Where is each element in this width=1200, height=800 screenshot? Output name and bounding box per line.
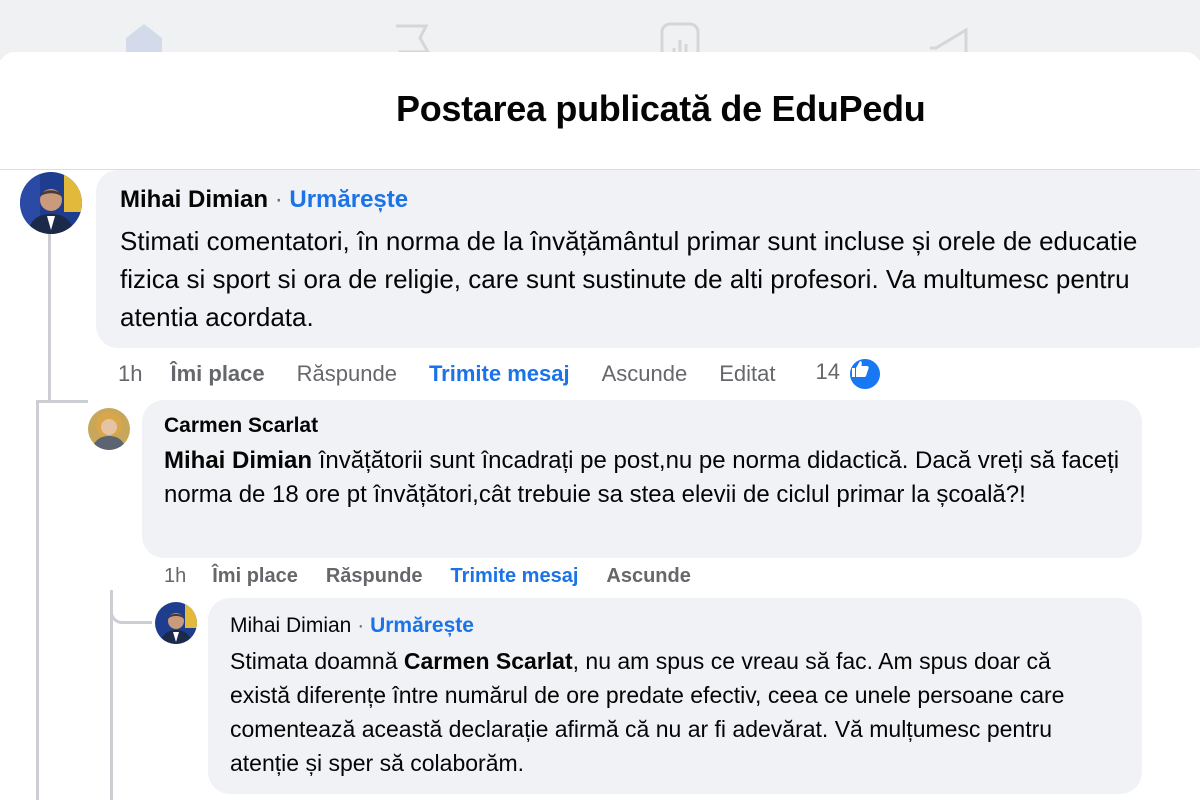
avatar-carmen-scarlat[interactable]	[88, 408, 130, 450]
reply-button[interactable]: Răspunde	[326, 565, 423, 588]
hide-button[interactable]: Ascunde	[606, 565, 690, 588]
send-message-button[interactable]: Trimite mesaj	[451, 565, 579, 588]
like-count[interactable]: 14	[815, 357, 883, 391]
like-button[interactable]: Îmi place	[170, 361, 264, 387]
comment-author[interactable]: Carmen Scarlat	[164, 414, 318, 437]
comment-header: Carmen Scarlat	[164, 414, 318, 438]
comment-author[interactable]: Mihai Dimian	[230, 614, 351, 637]
app-root: Postarea publicată de EduPedu Mihai Dimi…	[0, 0, 1200, 800]
thread-line	[48, 234, 51, 400]
follow-link[interactable]: Urmărește	[289, 186, 408, 213]
comment-bubble: Mihai Dimian · Urmărește Stimati comenta…	[96, 170, 1200, 348]
thread-line	[36, 400, 39, 800]
send-message-button[interactable]: Trimite mesaj	[429, 361, 570, 387]
like-icon	[848, 357, 883, 391]
post-header: Postarea publicată de EduPedu	[0, 52, 1200, 170]
thread-connector	[110, 606, 152, 624]
thread-line	[110, 590, 113, 800]
edited-label: Editat	[719, 361, 776, 386]
reply-button[interactable]: Răspunde	[297, 361, 397, 387]
page-title: Postarea publicată de EduPedu	[396, 88, 926, 129]
comment-text: Mihai Dimian învățătorii sunt încadrați …	[164, 444, 1124, 512]
comment-header: Mihai Dimian · Urmărește	[120, 186, 408, 214]
thread-connector	[36, 400, 88, 428]
comment-time[interactable]: 1h	[118, 361, 142, 387]
like-button[interactable]: Îmi place	[212, 565, 298, 588]
comment-header: Mihai Dimian · Urmărește	[230, 614, 474, 638]
follow-link[interactable]: Urmărește	[370, 614, 474, 637]
background-tab-bar	[0, 0, 1200, 62]
comment-bubble: Carmen Scarlat Mihai Dimian învățătorii …	[142, 400, 1142, 558]
avatar-mihai-dimian[interactable]	[155, 602, 197, 644]
mention-link[interactable]: Mihai Dimian	[164, 447, 312, 474]
avatar-mihai-dimian[interactable]	[20, 172, 82, 234]
separator-dot: ·	[357, 614, 365, 637]
comment-body-start: Stimata doamnă	[230, 648, 404, 674]
comment-time[interactable]: 1h	[164, 565, 186, 588]
comment-author[interactable]: Mihai Dimian	[120, 186, 268, 213]
mention-link[interactable]: Carmen Scarlat	[404, 648, 573, 674]
hide-button[interactable]: Ascunde	[602, 361, 688, 387]
comment-bubble: Mihai Dimian · Urmărește Stimata doamnă …	[208, 598, 1142, 794]
comment-text: Stimata doamnă Carmen Scarlat, nu am spu…	[230, 644, 1110, 780]
like-count-value: 14	[815, 359, 840, 384]
comment-actions: 1h Îmi place Răspunde Trimite mesaj Ascu…	[164, 564, 691, 588]
separator-dot: ·	[274, 186, 283, 213]
comment-text: Stimati comentatori, în norma de la învă…	[120, 226, 1138, 332]
comment-actions: 1h Îmi place Răspunde Trimite mesaj Ascu…	[118, 357, 883, 391]
